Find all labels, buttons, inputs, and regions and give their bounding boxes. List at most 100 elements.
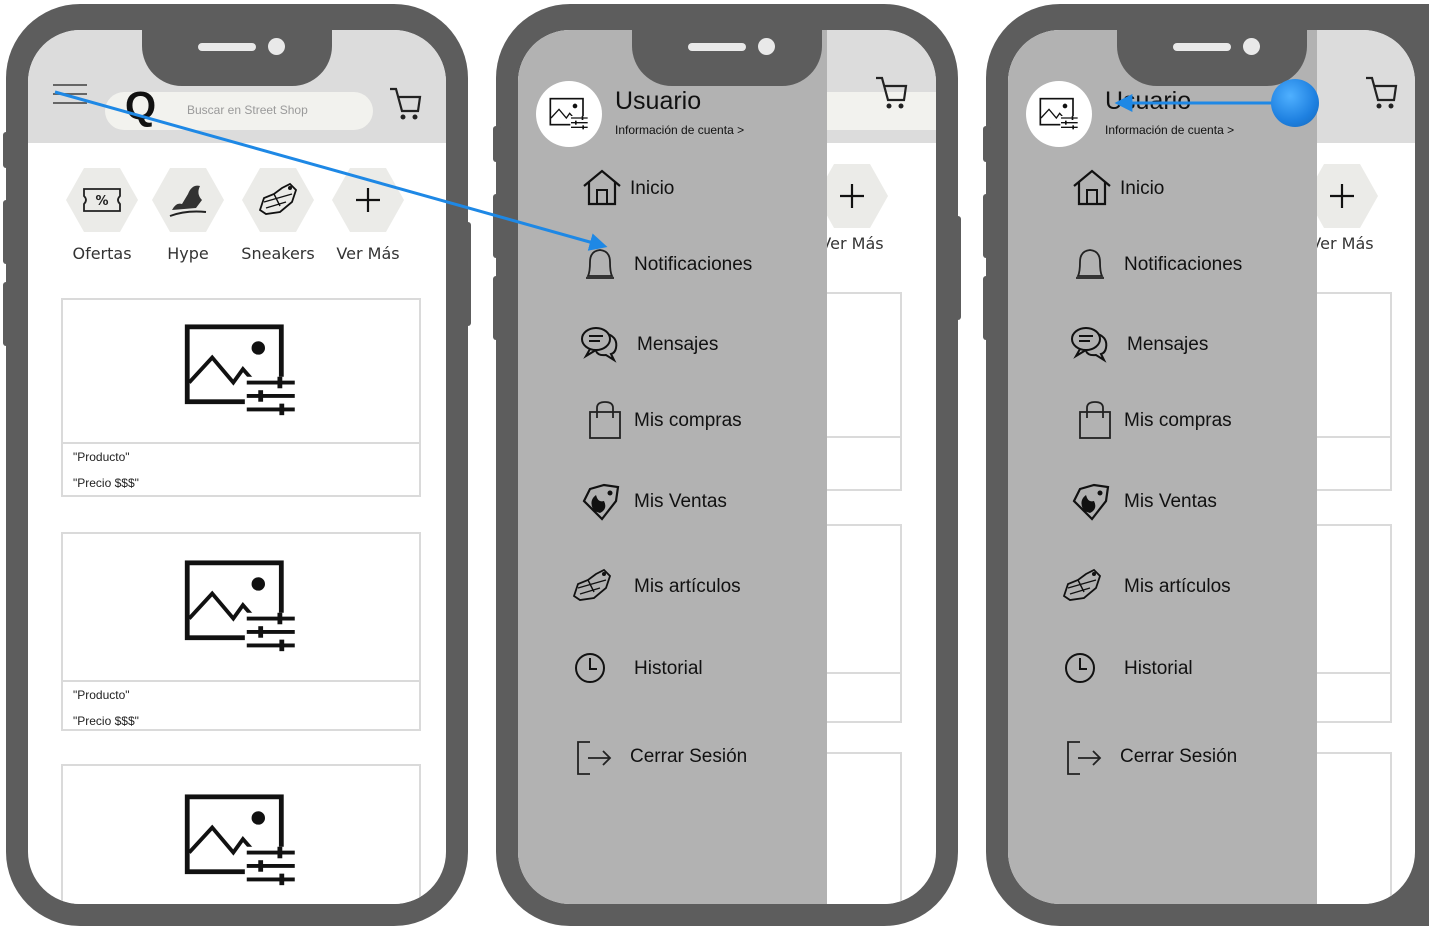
chat-bubbles-icon: [1068, 324, 1112, 364]
home-icon: [580, 168, 624, 208]
product-card[interactable]: [818, 292, 902, 491]
product-price: "Precio $$$": [73, 714, 139, 728]
drawer-item-label: Notificaciones: [634, 254, 753, 275]
phone-side-button: [983, 126, 991, 162]
product-card[interactable]: [1308, 292, 1392, 491]
drawer-item-mis-articulos[interactable]: Mis artículos: [570, 566, 820, 606]
account-info-link[interactable]: Información de cuenta >: [1105, 123, 1234, 137]
avatar[interactable]: [1026, 81, 1092, 147]
image-placeholder-icon: [63, 534, 419, 682]
drawer-item-label: Inicio: [1120, 178, 1165, 199]
side-drawer: Usuario Información de cuenta > Inicio N…: [1008, 30, 1317, 904]
drawer-item-inicio[interactable]: Inicio: [1060, 168, 1310, 208]
chat-bubbles-icon: [578, 324, 622, 364]
bell-icon: [578, 244, 622, 284]
phone-notch: [1116, 30, 1307, 86]
phone-side-button: [3, 282, 11, 346]
drawer-item-label: Cerrar Sesión: [630, 746, 748, 767]
phone-side-button: [463, 222, 471, 326]
search-input[interactable]: [187, 103, 365, 117]
drawer-item-mis-compras[interactable]: Mis compras: [1060, 400, 1310, 440]
logout-icon: [572, 736, 616, 776]
drawer-item-cerrar-sesion[interactable]: Cerrar Sesión: [570, 736, 820, 776]
search-icon: Q: [125, 84, 157, 128]
product-name: "Producto": [73, 450, 130, 464]
drawer-item-mensajes[interactable]: Mensajes: [570, 324, 820, 364]
drawer-item-notificaciones[interactable]: Notificaciones: [1060, 244, 1310, 284]
shopping-bag-icon: [582, 400, 626, 440]
cart-icon[interactable]: [874, 74, 908, 110]
image-placeholder-icon: [63, 300, 419, 444]
phone-side-button: [493, 126, 501, 162]
product-card[interactable]: "Producto" "Precio $$$": [61, 298, 421, 497]
phone-drawer-open: Ver Más Usuario Información de cuenta > …: [493, 4, 961, 926]
phone-notch: [142, 30, 332, 86]
drawer-item-historial[interactable]: Historial: [1060, 648, 1310, 688]
drawer-item-label: Mis artículos: [634, 576, 741, 597]
product-card[interactable]: [818, 752, 902, 904]
search-bar[interactable]: Q: [105, 86, 373, 130]
account-info-link[interactable]: Información de cuenta >: [615, 123, 744, 137]
hamburger-menu-icon[interactable]: [53, 84, 87, 108]
drawer-item-label: Mis artículos: [1124, 576, 1231, 597]
drawer-screen: Ver Más Usuario Información de cuenta > …: [518, 30, 936, 904]
clock-icon: [570, 648, 614, 688]
category-label: Ofertas: [72, 244, 132, 263]
drawer-item-label: Mis compras: [634, 410, 742, 431]
drawer-item-mis-ventas[interactable]: Mis Ventas: [570, 481, 820, 521]
phone-side-button: [493, 194, 501, 258]
drawer-item-mensajes[interactable]: Mensajes: [1060, 324, 1310, 364]
category-label: Sneakers: [241, 244, 315, 263]
sneaker-tag-icon: [570, 566, 614, 606]
category-sneakers[interactable]: Sneakers: [240, 168, 316, 263]
price-tag-icon: [1070, 481, 1114, 521]
product-card[interactable]: "Producto" "Precio $$$": [61, 532, 421, 731]
drawer-item-inicio[interactable]: Inicio: [570, 168, 820, 208]
phone-side-button: [983, 194, 991, 258]
logout-icon: [1062, 736, 1106, 776]
category-hype[interactable]: Hype: [150, 168, 226, 263]
home-screen: Q % Ofertas Hype Sneakers: [28, 30, 446, 904]
drawer-item-label: Historial: [634, 658, 703, 679]
drawer-item-label: Mensajes: [1127, 334, 1209, 355]
drawer-item-mis-articulos[interactable]: Mis artículos: [1060, 566, 1310, 606]
drawer-user-name: Usuario: [615, 87, 702, 115]
product-card[interactable]: [61, 764, 421, 904]
tap-hotspot-indicator[interactable]: [1271, 79, 1319, 127]
phone-side-button: [3, 200, 11, 264]
side-drawer: Usuario Información de cuenta > Inicio N…: [518, 30, 827, 904]
product-card[interactable]: [1308, 752, 1392, 904]
category-label: Ver Más: [336, 244, 400, 263]
category-ver-mas[interactable]: Ver Más: [330, 168, 406, 263]
product-price: "Precio $$$": [73, 476, 139, 490]
cart-icon[interactable]: [1364, 74, 1398, 110]
plus-icon: [332, 168, 404, 232]
drawer-item-mis-ventas[interactable]: Mis Ventas: [1060, 481, 1310, 521]
phone-side-button: [953, 216, 961, 320]
phone-notch: [632, 30, 822, 86]
phone-drawer-close: Ver Más Usuario Información de cuenta > …: [983, 4, 1429, 926]
price-tag-icon: [580, 481, 624, 521]
product-name: "Producto": [73, 688, 130, 702]
clock-icon: [1060, 648, 1104, 688]
drawer-item-label: Mis Ventas: [1124, 491, 1217, 512]
drawer-item-cerrar-sesion[interactable]: Cerrar Sesión: [1060, 736, 1310, 776]
drawer-item-label: Mis Ventas: [634, 491, 727, 512]
drawer-item-mis-compras[interactable]: Mis compras: [570, 400, 820, 440]
drawer-item-label: Mensajes: [637, 334, 719, 355]
drawer-item-label: Cerrar Sesión: [1120, 746, 1238, 767]
sneaker-icon: [242, 168, 314, 232]
phone-side-button: [493, 276, 501, 340]
product-card[interactable]: [1308, 524, 1392, 723]
cart-icon[interactable]: [388, 85, 422, 121]
product-card[interactable]: [818, 524, 902, 723]
drawer-item-label: Mis compras: [1124, 410, 1232, 431]
category-ofertas[interactable]: % Ofertas: [64, 168, 140, 263]
home-icon: [1070, 168, 1114, 208]
drawer-item-historial[interactable]: Historial: [570, 648, 820, 688]
drawer-item-notificaciones[interactable]: Notificaciones: [570, 244, 820, 284]
avatar[interactable]: [536, 81, 602, 147]
drawer-screen: Ver Más Usuario Información de cuenta > …: [1008, 30, 1415, 904]
category-label: Hype: [167, 244, 209, 263]
phone-side-button: [3, 132, 11, 168]
